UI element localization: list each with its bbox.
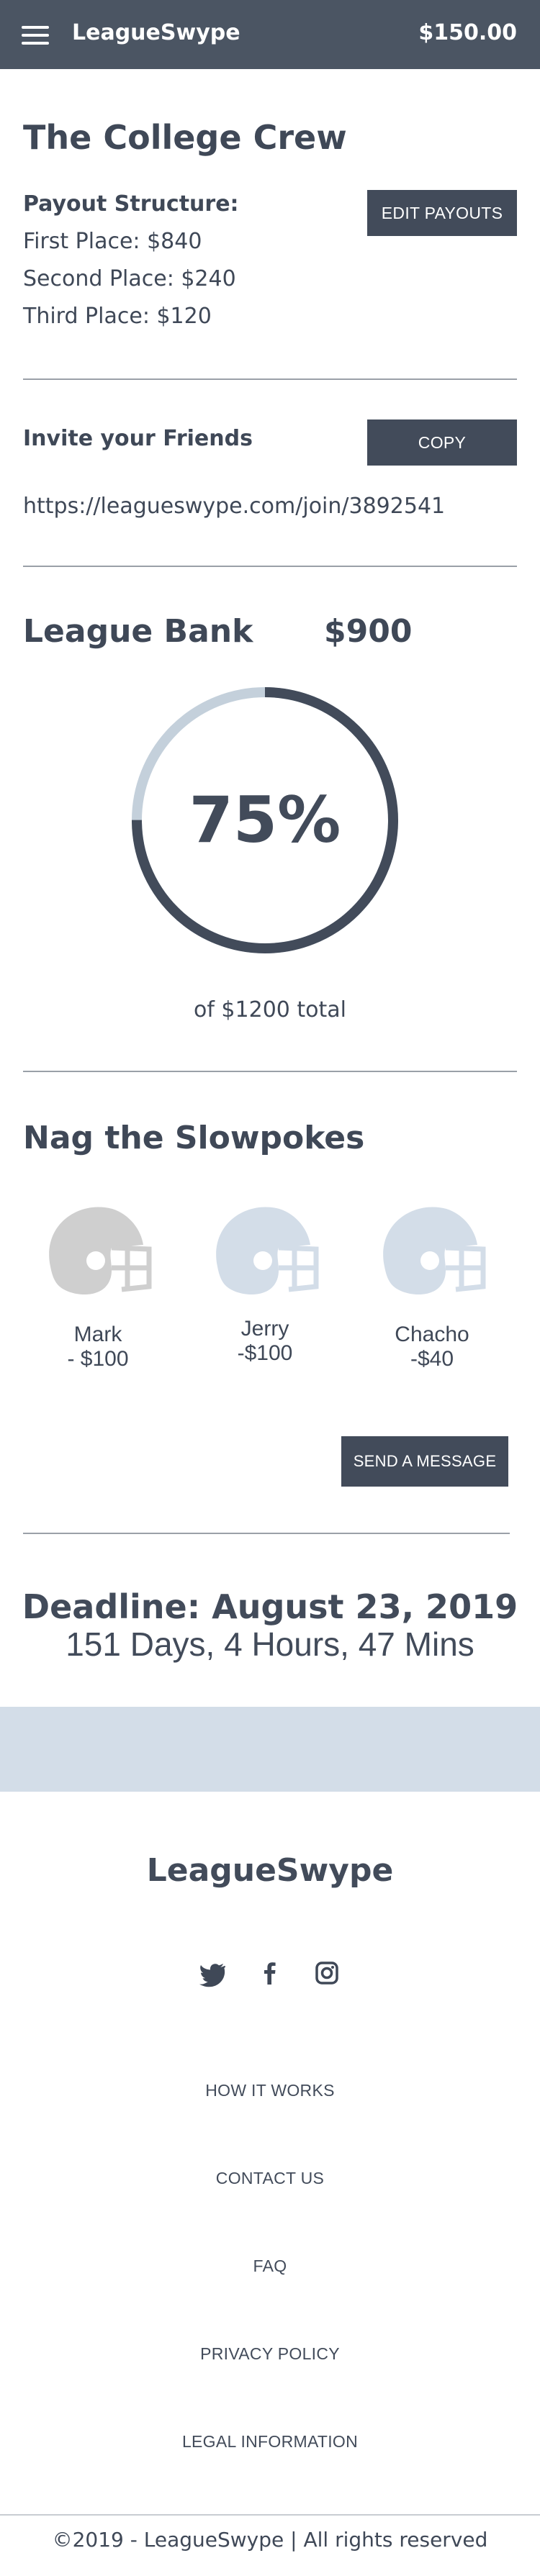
player-name: Mark (73, 1323, 122, 1346)
edit-payouts-button[interactable]: EDIT PAYOUTS (367, 190, 517, 236)
player-name: Chacho (395, 1323, 469, 1346)
footer-band (0, 1707, 540, 1792)
payout-second: Second Place: $240 (23, 266, 236, 291)
header-brand[interactable]: LeagueSwype (72, 20, 240, 45)
header-balance: $150.00 (418, 20, 517, 45)
player-name: Jerry (240, 1317, 289, 1341)
league-bank-title: League Bank (23, 613, 253, 650)
bank-total: of $1200 total (193, 997, 347, 1022)
player-card[interactable]: Mark - $100 (26, 1194, 170, 1371)
footer-link-contact-us[interactable]: CONTACT US (0, 2169, 540, 2188)
twitter-icon[interactable] (199, 1959, 228, 1987)
payout-structure-label: Payout Structure: (23, 191, 239, 217)
instagram-icon[interactable] (312, 1959, 341, 1987)
facebook-icon[interactable] (256, 1959, 284, 1987)
league-bank-amount: $900 (324, 613, 413, 650)
divider (23, 1071, 517, 1072)
payout-third: Third Place: $120 (23, 304, 212, 329)
invite-label: Invite your Friends (23, 426, 253, 451)
helmet-icon (383, 1207, 486, 1295)
player-card[interactable]: Chacho -$40 (360, 1194, 504, 1371)
bank-percent: 75% (189, 783, 341, 857)
footer-link-faq[interactable]: FAQ (0, 2257, 540, 2276)
top-bar: LeagueSwype $150.00 (0, 0, 540, 69)
divider (0, 2514, 540, 2516)
footer-link-legal-information[interactable]: LEGAL INFORMATION (0, 2432, 540, 2452)
player-amount: -$100 (237, 1341, 293, 1365)
deadline-title: Deadline: August 23, 2019 (22, 1587, 518, 1626)
footer-link-how-it-works[interactable]: HOW IT WORKS (0, 2081, 540, 2100)
helmet-icon (216, 1207, 319, 1295)
footer-link-privacy-policy[interactable]: PRIVACY POLICY (0, 2344, 540, 2364)
bank-progress-gauge: 75% (130, 685, 400, 956)
league-title: The College Crew (23, 118, 347, 157)
nag-title: Nag the Slowpokes (23, 1120, 365, 1156)
deadline-countdown: 151 Days, 4 Hours, 47 Mins (66, 1625, 474, 1663)
send-message-button[interactable]: SEND A MESSAGE (341, 1436, 508, 1487)
divider (23, 1533, 510, 1534)
player-amount: - $100 (67, 1347, 129, 1371)
player-amount: -$40 (410, 1347, 454, 1371)
copyright: ©2019 - LeagueSwype | All rights reserve… (52, 2528, 488, 2552)
payout-first: First Place: $840 (23, 229, 202, 254)
helmet-icon (49, 1207, 152, 1295)
footer-brand[interactable]: LeagueSwype (0, 1852, 540, 1889)
divider (23, 378, 517, 380)
menu-icon[interactable] (22, 26, 49, 45)
divider (23, 566, 517, 567)
copy-link-button[interactable]: COPY (367, 419, 517, 466)
invite-link[interactable]: https://leagueswype.com/join/3892541 (23, 494, 445, 519)
player-card[interactable]: Jerry -$100 (193, 1194, 337, 1366)
